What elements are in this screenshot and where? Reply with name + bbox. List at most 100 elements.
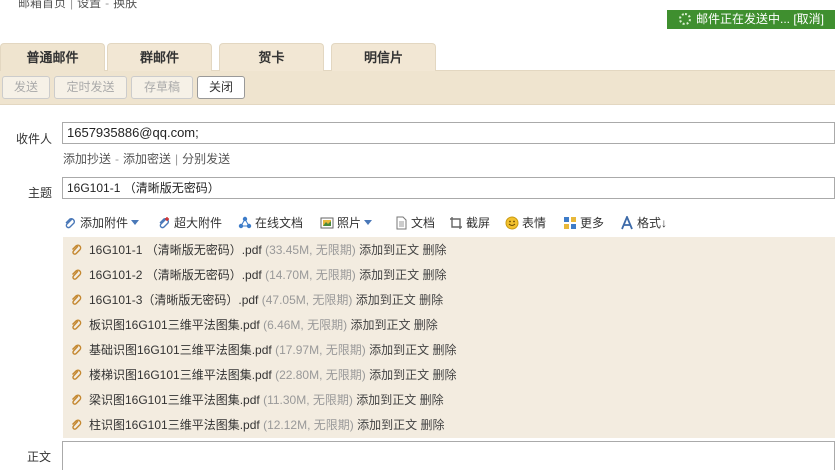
attachment-filename: 16G101-2 （清晰版无密码）.pdf bbox=[89, 268, 262, 282]
save-draft-button[interactable]: 存草稿 bbox=[131, 76, 193, 99]
divider: - bbox=[105, 0, 110, 10]
document-button[interactable]: 文档 bbox=[394, 213, 435, 233]
tab-group-mail[interactable]: 群邮件 bbox=[107, 43, 212, 71]
top-navigation: 邮箱首页 | 设置 - 换肤 bbox=[18, 0, 137, 11]
screenshot-label: 截屏 bbox=[466, 216, 491, 230]
smiley-icon bbox=[505, 216, 519, 230]
photo-icon bbox=[320, 217, 334, 229]
document-label: 文档 bbox=[411, 216, 436, 230]
share-nodes-icon bbox=[238, 216, 252, 229]
large-paperclip-icon bbox=[159, 217, 169, 229]
separate-send-link[interactable]: 分别发送 bbox=[182, 152, 230, 166]
insert-to-body-link[interactable]: 添加到正文 bbox=[356, 293, 416, 307]
insert-to-body-link[interactable]: 添加到正文 bbox=[357, 418, 417, 432]
photo-button[interactable]: 照片 bbox=[320, 213, 373, 233]
delete-attachment-link[interactable]: 删除 bbox=[420, 418, 444, 432]
divider: - bbox=[115, 152, 120, 166]
insert-to-body-link[interactable]: 添加到正文 bbox=[369, 368, 429, 382]
subject-input[interactable]: 16G101-1 （清晰版无密码） bbox=[62, 177, 835, 199]
attachment-filename: 基础识图16G101三维平法图集.pdf bbox=[89, 343, 272, 357]
more-button[interactable]: 更多 bbox=[563, 213, 604, 233]
send-button[interactable]: 发送 bbox=[2, 76, 50, 99]
tab-normal-mail[interactable]: 普通邮件 bbox=[0, 43, 105, 71]
delete-attachment-link[interactable]: 删除 bbox=[419, 293, 443, 307]
text-format-icon bbox=[621, 216, 633, 230]
divider: | bbox=[70, 0, 74, 10]
paperclip-icon bbox=[72, 269, 82, 280]
delete-attachment-link[interactable]: 删除 bbox=[420, 393, 444, 407]
chevron-down-icon[interactable] bbox=[364, 220, 373, 225]
mail-type-tabs: 普通邮件 群邮件 贺卡 明信片 bbox=[0, 43, 835, 71]
paperclip-icon bbox=[72, 244, 82, 255]
add-attachment-button[interactable]: 添加附件 bbox=[63, 213, 140, 233]
attachment-filename: 板识图16G101三维平法图集.pdf bbox=[89, 318, 260, 332]
photo-label: 照片 bbox=[337, 216, 362, 230]
attachment-size: (22.80M, 无限期) bbox=[275, 368, 366, 382]
delete-attachment-link[interactable]: 删除 bbox=[432, 368, 456, 382]
crop-icon bbox=[450, 217, 462, 229]
insert-to-body-link[interactable]: 添加到正文 bbox=[356, 393, 416, 407]
attachment-size: (47.05M, 无限期) bbox=[261, 293, 353, 307]
body-label: 正文 bbox=[27, 450, 52, 464]
paperclip-icon bbox=[65, 218, 75, 229]
paperclip-icon bbox=[72, 419, 82, 430]
attachment-size: (33.45M, 无限期) bbox=[265, 243, 356, 257]
attachment-size: (6.46M, 无限期) bbox=[263, 318, 348, 332]
insert-to-body-link[interactable]: 添加到正文 bbox=[369, 343, 429, 357]
paperclip-icon bbox=[72, 344, 82, 355]
recipient-label: 收件人 bbox=[16, 132, 53, 146]
chevron-down-icon[interactable] bbox=[131, 220, 140, 225]
sending-status-text: 邮件正在发送中... [取消] bbox=[696, 12, 825, 26]
emoji-button[interactable]: 表情 bbox=[505, 213, 546, 233]
loading-spinner-icon bbox=[679, 13, 691, 25]
paperclip-icon bbox=[72, 294, 82, 305]
attachment-filename: 楼梯识图16G101三维平法图集.pdf bbox=[89, 368, 272, 382]
format-button[interactable]: 格式↓ bbox=[620, 213, 667, 233]
body-editor[interactable] bbox=[62, 441, 835, 470]
attachment-size: (11.30M, 无限期) bbox=[263, 393, 353, 407]
settings-link[interactable]: 设置 bbox=[77, 0, 101, 10]
paperclip-icon bbox=[72, 319, 82, 330]
add-attachment-label: 添加附件 bbox=[80, 216, 129, 230]
screenshot-button[interactable]: 截屏 bbox=[449, 213, 490, 233]
format-label: 格式↓ bbox=[637, 216, 668, 230]
attachment-size: (14.70M, 无限期) bbox=[265, 268, 356, 282]
large-attachment-label: 超大附件 bbox=[174, 216, 223, 230]
attachment-filename: 16G101-3（清晰版无密码）.pdf bbox=[89, 293, 259, 307]
insert-to-body-link[interactable]: 添加到正文 bbox=[350, 318, 410, 332]
sending-status-bar[interactable]: 邮件正在发送中... [取消] bbox=[667, 10, 835, 29]
document-icon bbox=[396, 216, 407, 230]
online-doc-button[interactable]: 在线文档 bbox=[238, 213, 303, 233]
online-doc-label: 在线文档 bbox=[255, 216, 304, 230]
delete-attachment-link[interactable]: 删除 bbox=[432, 343, 456, 357]
grid-icon bbox=[564, 217, 576, 229]
close-button[interactable]: 关闭 bbox=[197, 76, 245, 99]
emoji-label: 表情 bbox=[522, 216, 547, 230]
tab-postcard[interactable]: 明信片 bbox=[331, 43, 436, 71]
add-bcc-link[interactable]: 添加密送 bbox=[123, 152, 171, 166]
delete-attachment-link[interactable]: 删除 bbox=[414, 318, 438, 332]
more-label: 更多 bbox=[580, 216, 605, 230]
attachment-list: 16G101-1 （清晰版无密码）.pdf (33.45M, 无限期) 添加到正… bbox=[63, 237, 835, 438]
insert-to-body-link[interactable]: 添加到正文 bbox=[359, 268, 419, 282]
paperclip-icon bbox=[72, 394, 82, 405]
attachment-filename: 16G101-1 （清晰版无密码）.pdf bbox=[89, 243, 262, 257]
large-attachment-button[interactable]: 超大附件 bbox=[157, 213, 222, 233]
recipient-input[interactable]: 1657935886@qq.com; bbox=[62, 122, 835, 144]
attachment-filename: 柱识图16G101三维平法图集.pdf bbox=[89, 418, 260, 432]
tab-greeting-card[interactable]: 贺卡 bbox=[219, 43, 324, 71]
mail-home-link[interactable]: 邮箱首页 bbox=[18, 0, 66, 10]
paperclip-icon bbox=[72, 369, 82, 380]
skin-link[interactable]: 换肤 bbox=[113, 0, 137, 10]
divider: | bbox=[175, 152, 179, 166]
insert-to-body-link[interactable]: 添加到正文 bbox=[359, 243, 419, 257]
recipient-options: 添加抄送 - 添加密送 | 分别发送 bbox=[63, 150, 230, 167]
delete-attachment-link[interactable]: 删除 bbox=[422, 243, 446, 257]
scheduled-send-button[interactable]: 定时发送 bbox=[54, 76, 127, 99]
attachment-size: (17.97M, 无限期) bbox=[275, 343, 366, 357]
subject-label: 主题 bbox=[28, 186, 53, 200]
attachment-size: (12.12M, 无限期) bbox=[263, 418, 354, 432]
attachment-filename: 梁识图16G101三维平法图集.pdf bbox=[89, 393, 260, 407]
delete-attachment-link[interactable]: 删除 bbox=[422, 268, 446, 282]
add-cc-link[interactable]: 添加抄送 bbox=[63, 152, 111, 166]
